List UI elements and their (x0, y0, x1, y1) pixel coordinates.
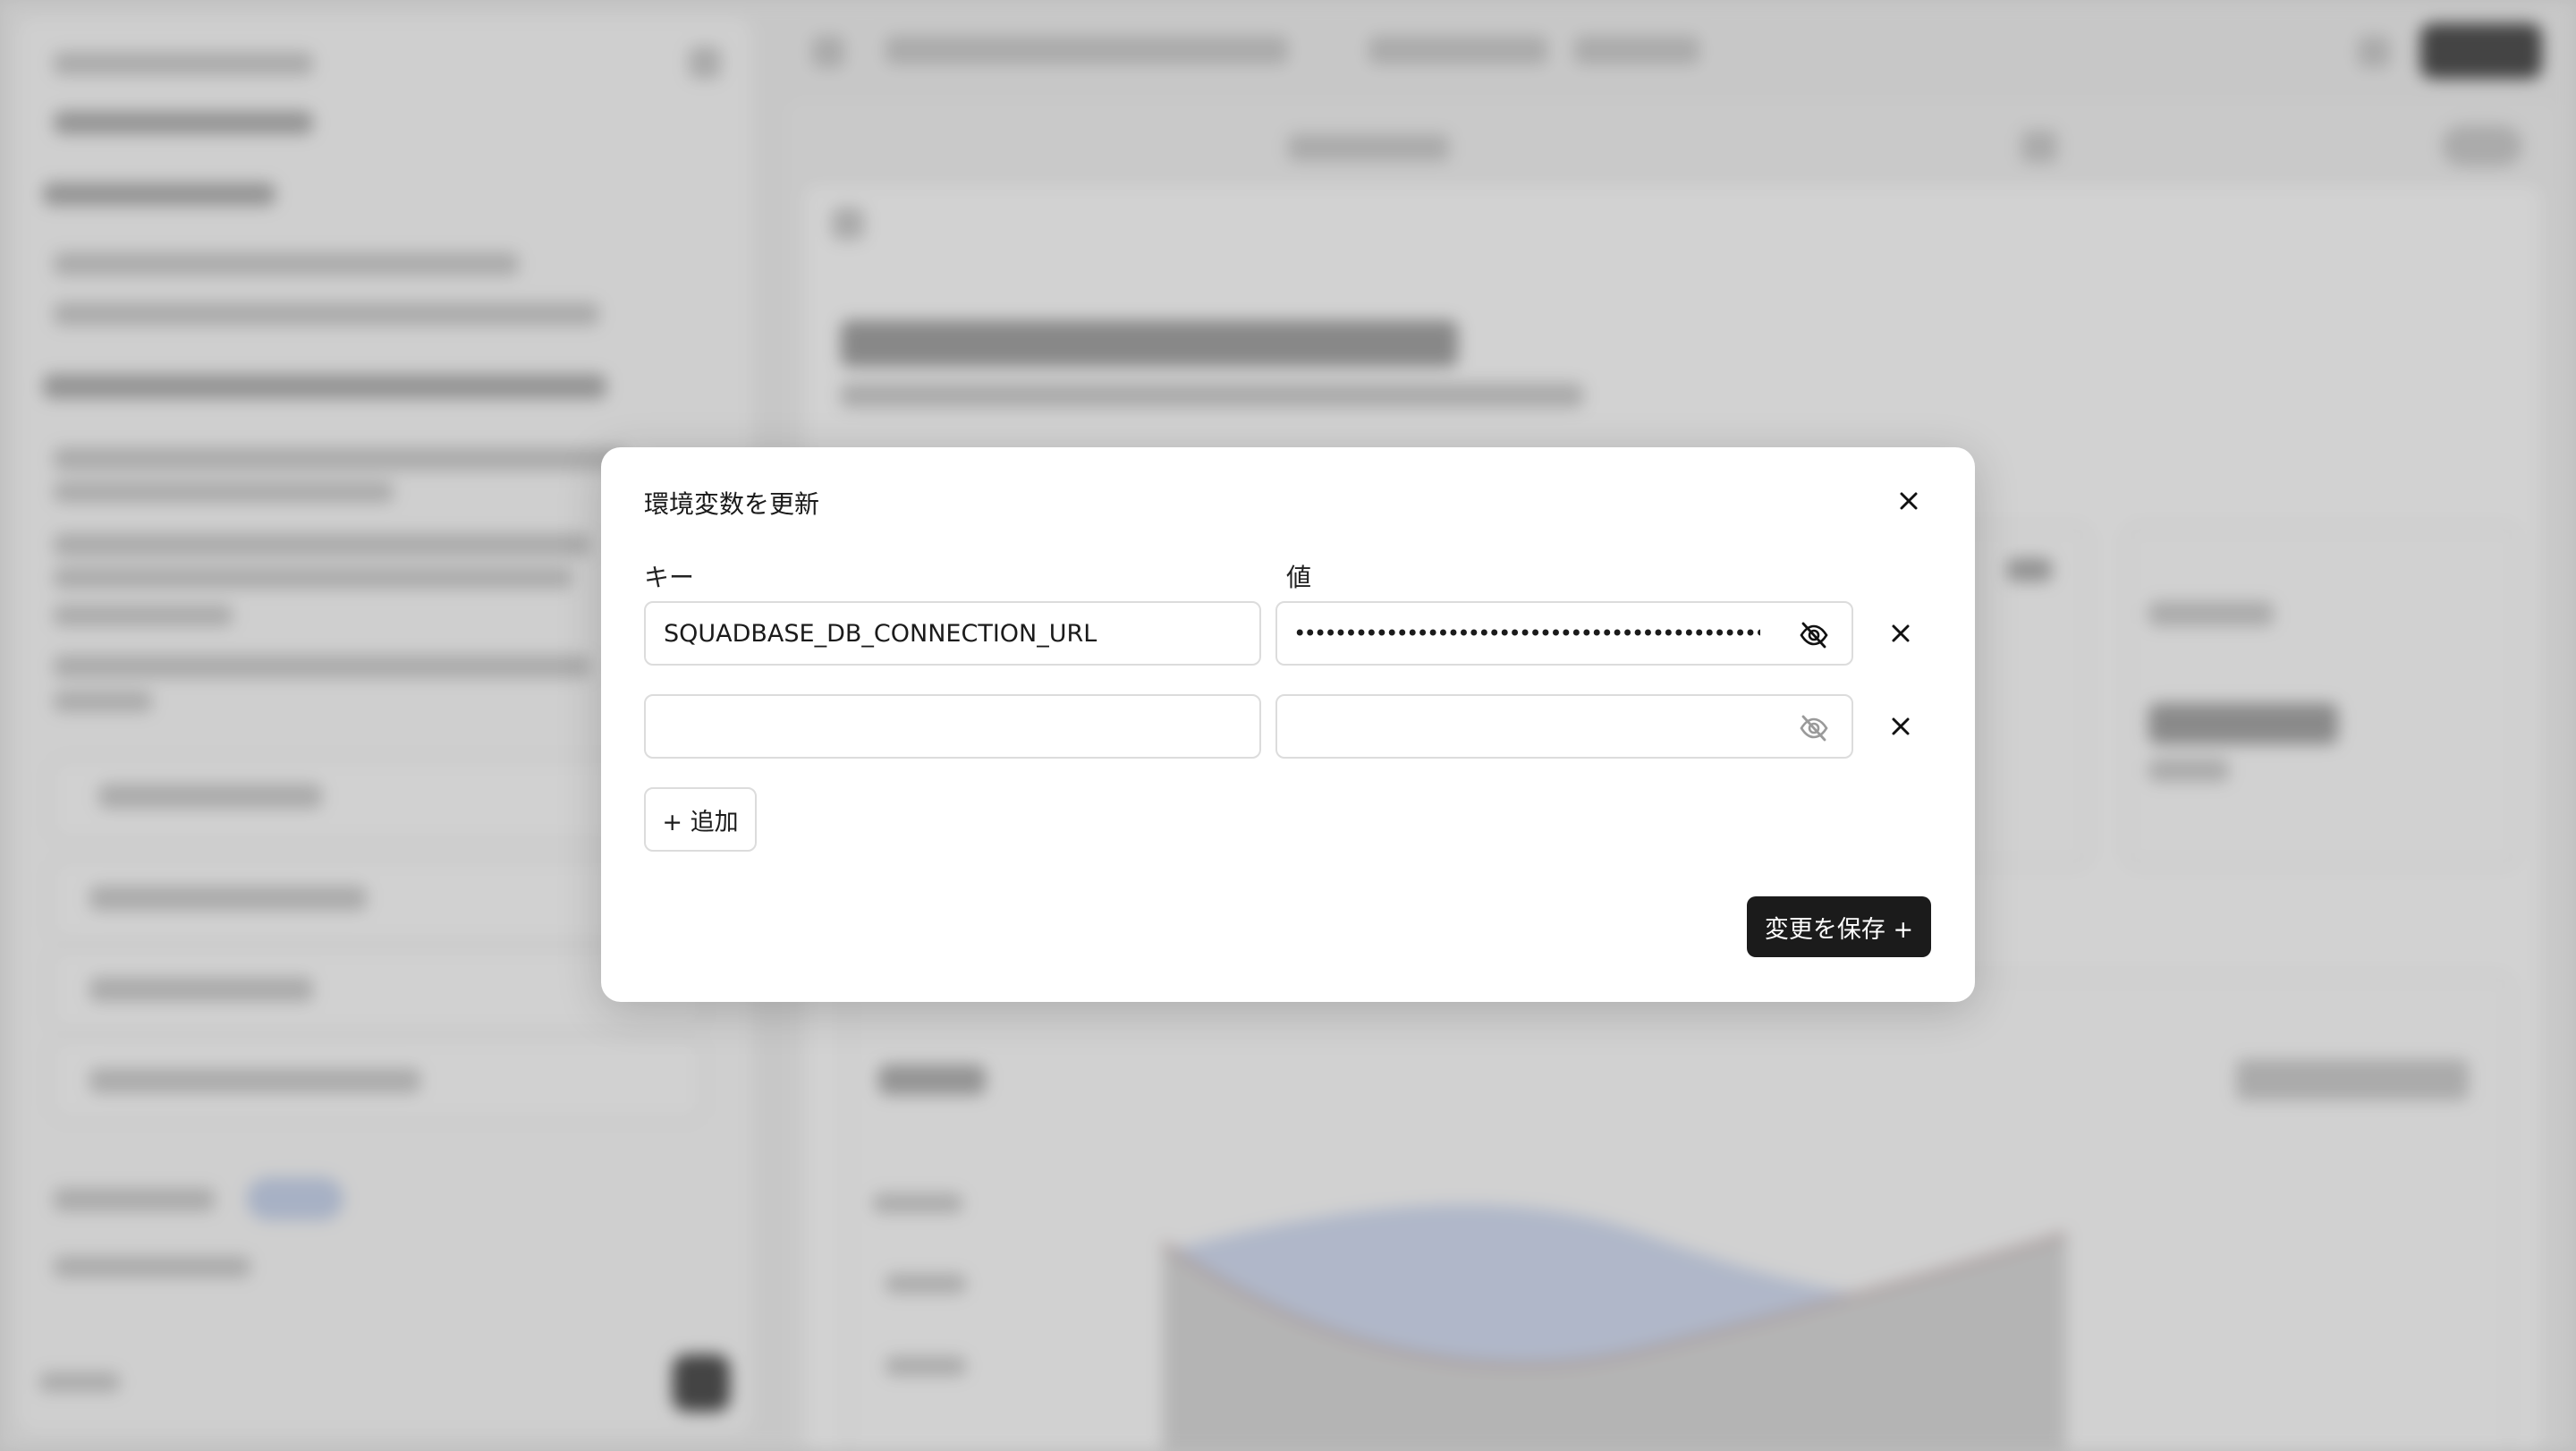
key-input-value: SQUADBASE_DB_CONNECTION_URL (664, 619, 1097, 648)
key-label: キー (644, 563, 695, 592)
remove-row-icon[interactable] (1883, 615, 1919, 651)
eye-off-icon[interactable] (1796, 710, 1832, 746)
close-icon[interactable] (1891, 483, 1927, 519)
env-var-dialog: 環境変数を更新 キー 値 SQUADBASE_DB_CONNECTION_URL… (601, 447, 1975, 1002)
add-row-button[interactable]: + 追加 (644, 787, 757, 852)
save-changes-button[interactable]: 変更を保存 + (1747, 896, 1931, 957)
value-input-1[interactable]: ••••••••••••••••••••••••••••••••••••••••… (1275, 601, 1853, 666)
value-label: 値 (1286, 563, 1312, 592)
masked-value: ••••••••••••••••••••••••••••••••••••••••… (1293, 623, 1760, 644)
dialog-title: 環境変数を更新 (644, 489, 820, 519)
eye-off-icon[interactable] (1796, 617, 1832, 653)
key-input-2[interactable] (644, 694, 1261, 759)
remove-row-icon[interactable] (1883, 709, 1919, 744)
key-input-1[interactable]: SQUADBASE_DB_CONNECTION_URL (644, 601, 1261, 666)
value-input-2[interactable] (1275, 694, 1853, 759)
